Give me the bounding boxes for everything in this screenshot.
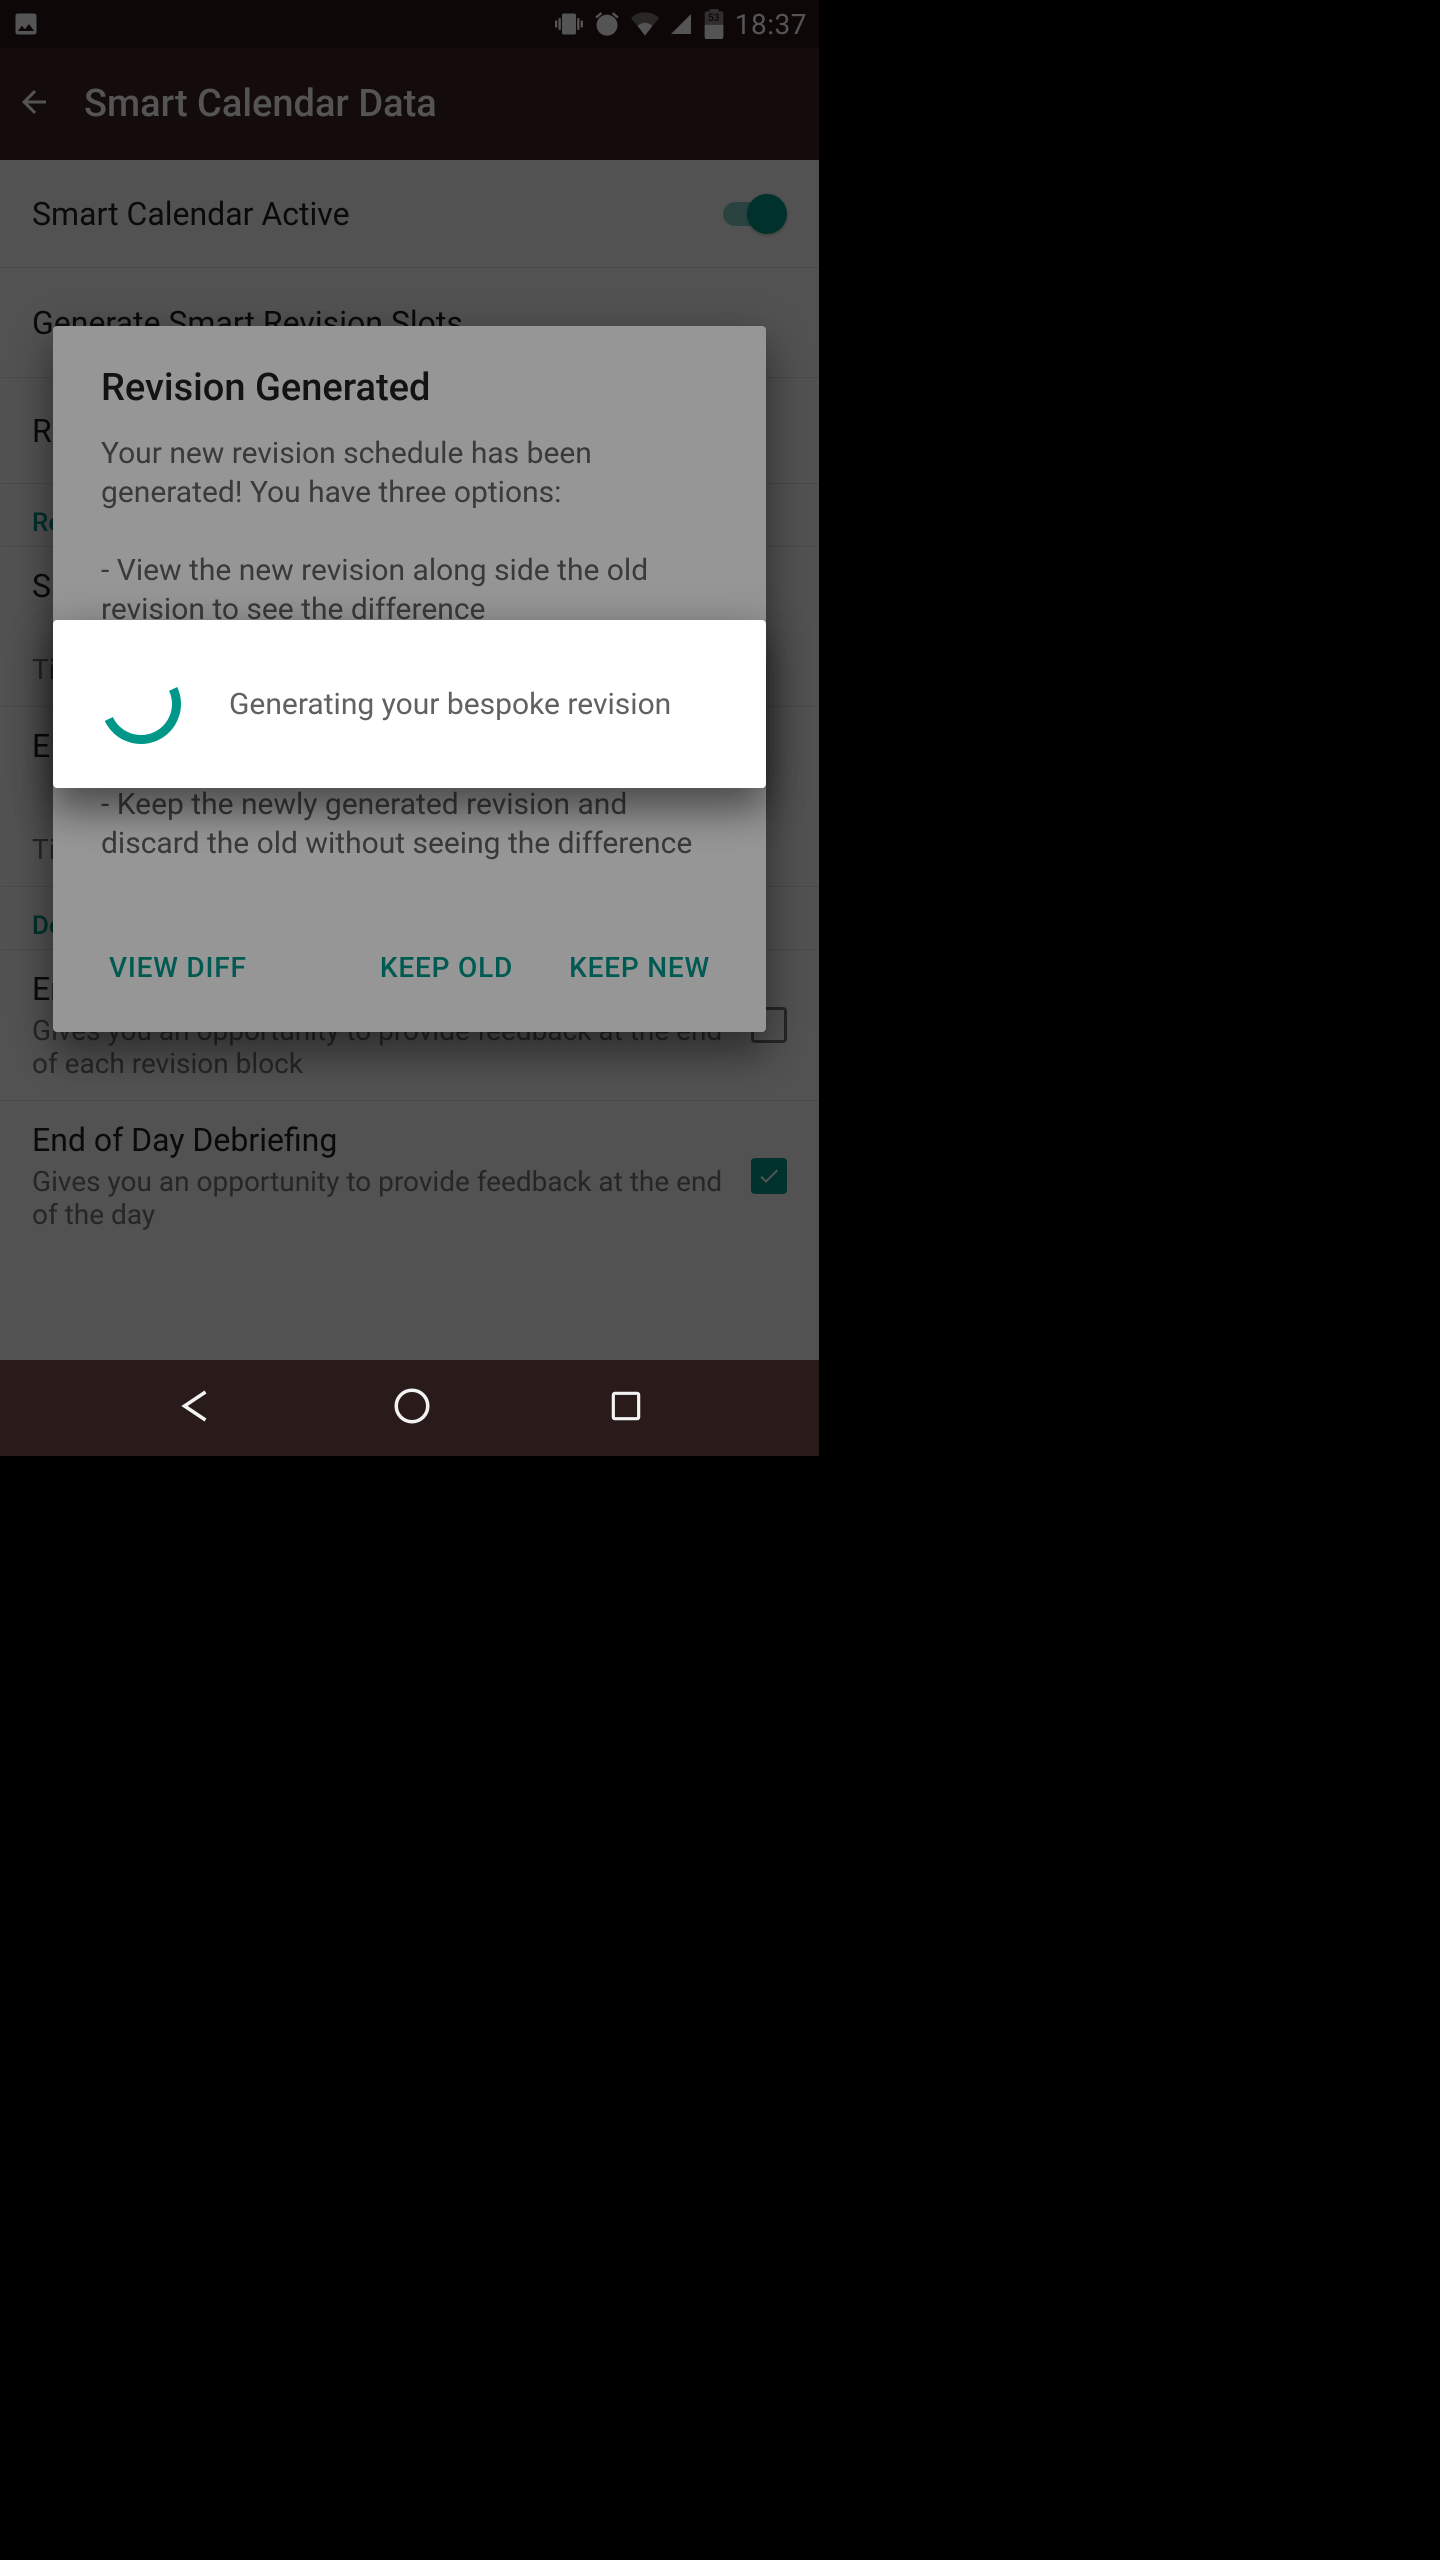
progress-dialog: Generating your bespoke revision bbox=[53, 620, 766, 788]
nav-bar bbox=[0, 1360, 819, 1456]
nav-back-icon[interactable] bbox=[174, 1385, 216, 1431]
progress-dialog-text: Generating your bespoke revision bbox=[229, 687, 671, 722]
nav-home-icon[interactable] bbox=[391, 1385, 433, 1431]
spinner-icon bbox=[90, 653, 193, 756]
nav-recent-icon[interactable] bbox=[607, 1387, 645, 1429]
screen: 53 18:37 Smart Calendar Data Smart Calen… bbox=[0, 0, 819, 1456]
